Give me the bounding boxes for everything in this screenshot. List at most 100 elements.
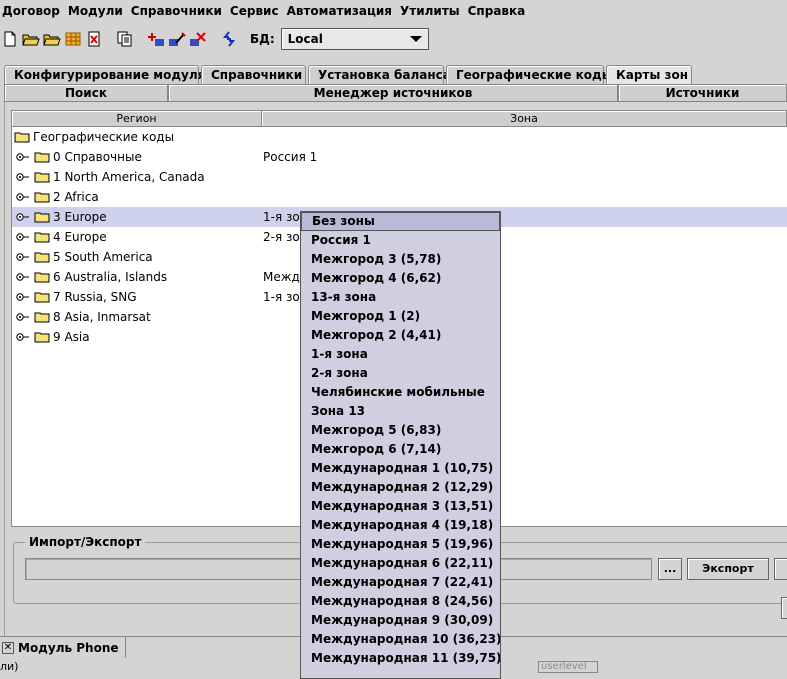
zone-cell[interactable]: 1-я зо: [262, 210, 300, 224]
region-cell: 5 South America: [12, 250, 262, 264]
tab-module-config[interactable]: Конфигурирование модуля: [4, 65, 205, 85]
edit-icon[interactable]: [167, 29, 187, 49]
expand-icon[interactable]: [16, 292, 30, 302]
region-label: 0 Справочные: [53, 150, 142, 164]
expand-icon[interactable]: [16, 172, 30, 182]
dropdown-option[interactable]: Международная 10 (36,23): [301, 630, 500, 649]
menu-contract[interactable]: Договор: [0, 0, 64, 22]
tab-references[interactable]: Справочники: [201, 65, 306, 85]
dropdown-option[interactable]: Международная 7 (22,41): [301, 573, 500, 592]
status-field: userlevel: [538, 661, 598, 673]
expand-icon[interactable]: [16, 232, 30, 242]
region-cell: 4 Europe: [12, 230, 262, 244]
expand-icon[interactable]: [16, 332, 30, 342]
module-tab[interactable]: ✕ Модуль Phone: [0, 637, 126, 659]
folder-icon: [14, 132, 30, 143]
tab-zone-maps[interactable]: Карты зон: [606, 65, 692, 86]
zone-cell[interactable]: 2-я зо: [262, 230, 300, 244]
dropdown-option[interactable]: Международная 4 (19,18): [301, 516, 500, 535]
menu-utilities[interactable]: Утилиты: [396, 0, 464, 22]
dropdown-option[interactable]: Международная 1 (10,75): [301, 459, 500, 478]
new-icon[interactable]: [0, 29, 20, 49]
region-cell: 1 North America, Canada: [12, 170, 262, 184]
toolbar: БД: Local: [0, 24, 787, 54]
tab-source-manager[interactable]: Менеджер источников: [168, 84, 618, 102]
tab-sources[interactable]: Источники: [618, 84, 787, 102]
dropdown-option[interactable]: 2-я зона: [301, 364, 500, 383]
dropdown-option[interactable]: Межгород 2 (4,41): [301, 326, 500, 345]
open-folder-icon[interactable]: [21, 29, 41, 49]
expand-icon[interactable]: [16, 252, 30, 262]
folder-icon: [34, 212, 50, 223]
close-icon[interactable]: ✕: [2, 642, 14, 654]
chevron-down-icon: [409, 36, 422, 42]
folder-icon: [34, 252, 50, 263]
region-cell: 2 Africa: [12, 190, 262, 204]
panel-action-button[interactable]: [781, 597, 787, 619]
expand-icon[interactable]: [16, 152, 30, 162]
tab-bar-main: Конфигурирование модуля Справочники Уста…: [4, 65, 694, 86]
expand-icon[interactable]: [16, 212, 30, 222]
add-icon[interactable]: [146, 29, 166, 49]
folder-icon: [34, 272, 50, 283]
export-button[interactable]: Экспорт: [687, 558, 769, 580]
db-label: БД:: [250, 32, 275, 46]
folder-icon: [34, 152, 50, 163]
copy-icon[interactable]: [115, 29, 135, 49]
dropdown-option[interactable]: Международная 9 (30,09): [301, 611, 500, 630]
dropdown-option[interactable]: Межгород 1 (2): [301, 307, 500, 326]
db-select[interactable]: Local: [280, 28, 429, 50]
menu-modules[interactable]: Модули: [64, 0, 127, 22]
zone-dropdown-list[interactable]: Без зоны Россия 1 Межгород 3 (5,78) Межгоро…: [300, 211, 501, 679]
table-row[interactable]: 0 Справочные Россия 1: [12, 147, 787, 167]
tab-geo-codes[interactable]: Географические коды: [446, 65, 613, 85]
dropdown-option[interactable]: Международная 11 (39,75): [301, 649, 500, 668]
expand-icon[interactable]: [16, 272, 30, 282]
dropdown-option[interactable]: Межгород 4 (6,62): [301, 269, 500, 288]
dropdown-option[interactable]: Челябинские мобильные: [301, 383, 500, 402]
column-header-region[interactable]: Регион: [12, 111, 262, 126]
open-folder-icon[interactable]: [42, 29, 62, 49]
dropdown-option[interactable]: Межгород 3 (5,78): [301, 250, 500, 269]
dropdown-option[interactable]: Международная 3 (13,51): [301, 497, 500, 516]
table-row[interactable]: 2 Africa: [12, 187, 787, 207]
dropdown-option[interactable]: Международная 2 (12,29): [301, 478, 500, 497]
tree-root[interactable]: Географические коды: [12, 127, 787, 147]
column-header-zone[interactable]: Зона: [262, 111, 787, 126]
import-button[interactable]: [774, 558, 787, 580]
region-cell: 6 Australia, Islands: [12, 270, 262, 284]
table-icon[interactable]: [63, 29, 83, 49]
dropdown-option[interactable]: Межгород 5 (6,83): [301, 421, 500, 440]
region-cell: 8 Asia, Inmarsat: [12, 310, 262, 324]
menu-help[interactable]: Справка: [464, 0, 530, 22]
refresh-icon[interactable]: [219, 29, 239, 49]
tab-balance-setup[interactable]: Установка баланса: [308, 65, 451, 85]
expand-icon[interactable]: [16, 312, 30, 322]
dropdown-option[interactable]: 1-я зона: [301, 345, 500, 364]
dropdown-option[interactable]: Без зоны: [301, 212, 500, 231]
dropdown-option[interactable]: Межгород 6 (7,14): [301, 440, 500, 459]
browse-button[interactable]: ...: [658, 558, 682, 580]
region-label: 6 Australia, Islands: [53, 270, 168, 284]
folder-icon: [34, 312, 50, 323]
zone-cell[interactable]: 1-я зо: [262, 290, 300, 304]
dropdown-option[interactable]: Зона 13: [301, 402, 500, 421]
menu-automation[interactable]: Автоматизация: [283, 0, 396, 22]
dropdown-option[interactable]: Международная 5 (19,96): [301, 535, 500, 554]
dropdown-option[interactable]: Международная 8 (24,56): [301, 592, 500, 611]
dropdown-option[interactable]: Международная 6 (22,11): [301, 554, 500, 573]
menu-references[interactable]: Справочники: [127, 0, 226, 22]
menu-service[interactable]: Сервис: [226, 0, 283, 22]
table-row[interactable]: 1 North America, Canada: [12, 167, 787, 187]
expand-icon[interactable]: [16, 192, 30, 202]
module-tab-label: Модуль Phone: [18, 641, 119, 655]
folder-icon: [34, 232, 50, 243]
dropdown-option[interactable]: Россия 1: [301, 231, 500, 250]
db-select-value: Local: [287, 32, 323, 46]
remove-icon[interactable]: [188, 29, 208, 49]
zone-cell[interactable]: Россия 1: [262, 150, 317, 164]
delete-icon[interactable]: [84, 29, 104, 49]
dropdown-option[interactable]: 13-я зона: [301, 288, 500, 307]
tab-search[interactable]: Поиск: [4, 84, 168, 102]
status-text: ли): [0, 660, 19, 673]
